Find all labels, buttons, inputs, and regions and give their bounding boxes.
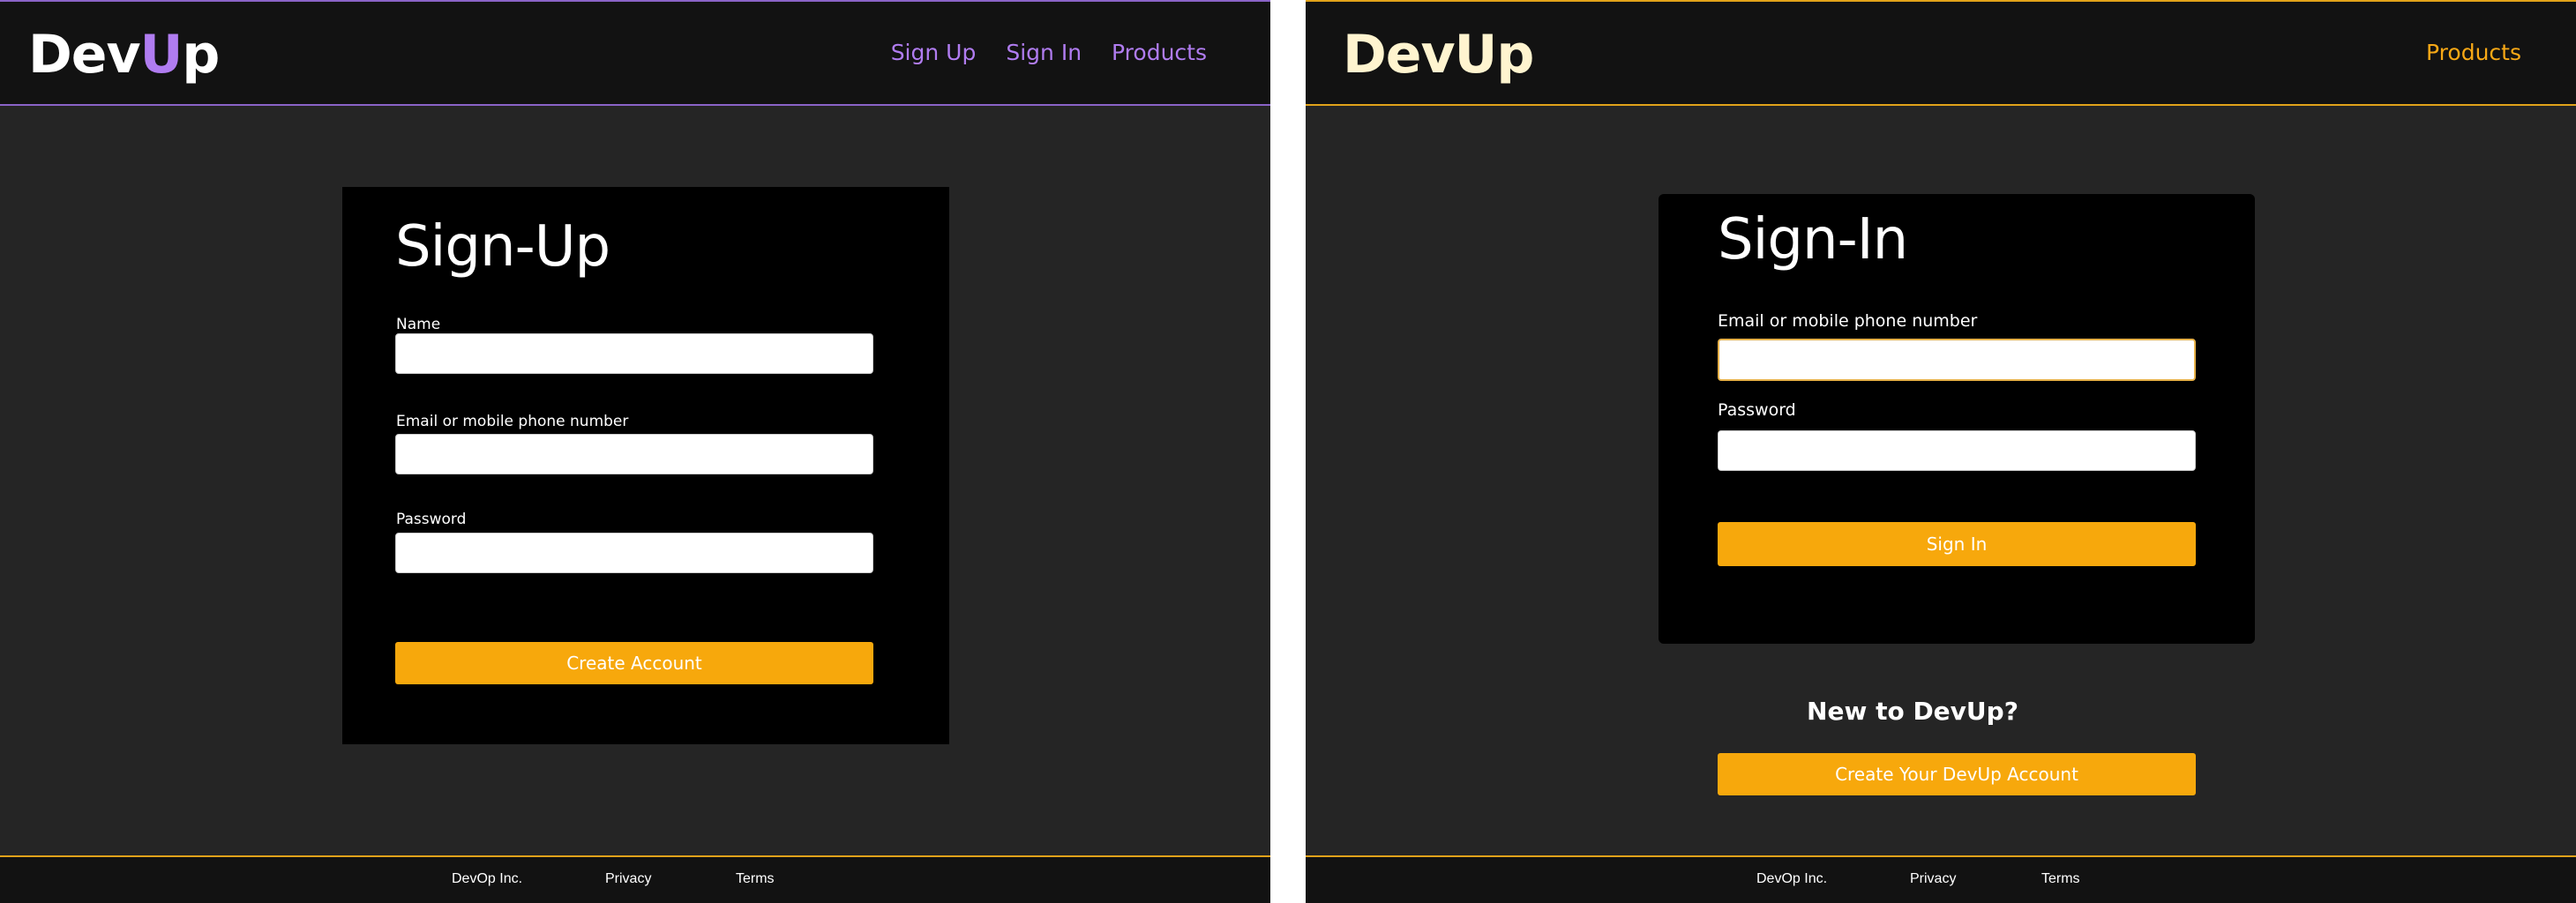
site-footer: DevOp Inc. Privacy Terms [1306,855,2576,903]
password-label: Password [1718,400,1796,420]
signin-page: DevUp Products Sign-In Email or mobile p… [1306,0,2576,903]
site-header: DevUp Sign Up Sign In Products [0,0,1270,106]
logo-text-p: p [182,24,220,86]
email-input[interactable] [1718,339,2196,381]
footer-privacy-link[interactable]: Privacy [1910,871,1956,887]
site-header: DevUp Products [1306,0,2576,106]
password-label: Password [396,511,467,528]
footer-company-link[interactable]: DevOp Inc. [1756,871,1827,887]
site-footer: DevOp Inc. Privacy Terms [0,855,1270,903]
main-nav: Products [2426,35,2521,71]
nav-sign-in-link[interactable]: Sign In [1006,35,1082,71]
create-devup-account-button[interactable]: Create Your DevUp Account [1718,753,2196,795]
footer-terms-link[interactable]: Terms [736,871,775,887]
nav-sign-up-link[interactable]: Sign Up [891,35,977,71]
password-input[interactable] [1718,430,2196,471]
create-account-button[interactable]: Create Account [395,642,873,684]
footer-terms-link[interactable]: Terms [2041,871,2080,887]
signup-page: DevUp Sign Up Sign In Products Sign-Up N… [0,0,1270,903]
logo[interactable]: DevUp [1343,23,1534,86]
email-input[interactable] [395,434,873,474]
logo-text-dev: Dev [28,24,141,86]
sign-in-button[interactable]: Sign In [1718,522,2196,566]
logo-text: DevUp [1343,24,1534,86]
new-to-devup-heading: New to DevUp? [1807,697,2018,726]
signin-title: Sign-In [1718,207,1908,272]
signup-card: Sign-Up Name Email or mobile phone numbe… [342,187,949,744]
logo[interactable]: DevUp [28,23,220,86]
email-label: Email or mobile phone number [396,413,629,430]
footer-company-link[interactable]: DevOp Inc. [452,871,522,887]
logo-text-u: U [139,24,183,86]
main-nav: Sign Up Sign In Products [891,35,1207,71]
password-input[interactable] [395,533,873,573]
email-label: Email or mobile phone number [1718,311,1978,331]
signin-card: Sign-In Email or mobile phone number Pas… [1659,194,2255,644]
name-label: Name [396,316,441,333]
signup-title: Sign-Up [395,214,610,280]
name-input[interactable] [395,333,873,374]
nav-products-link[interactable]: Products [2426,35,2521,71]
footer-privacy-link[interactable]: Privacy [605,871,651,887]
nav-products-link[interactable]: Products [1112,35,1207,71]
